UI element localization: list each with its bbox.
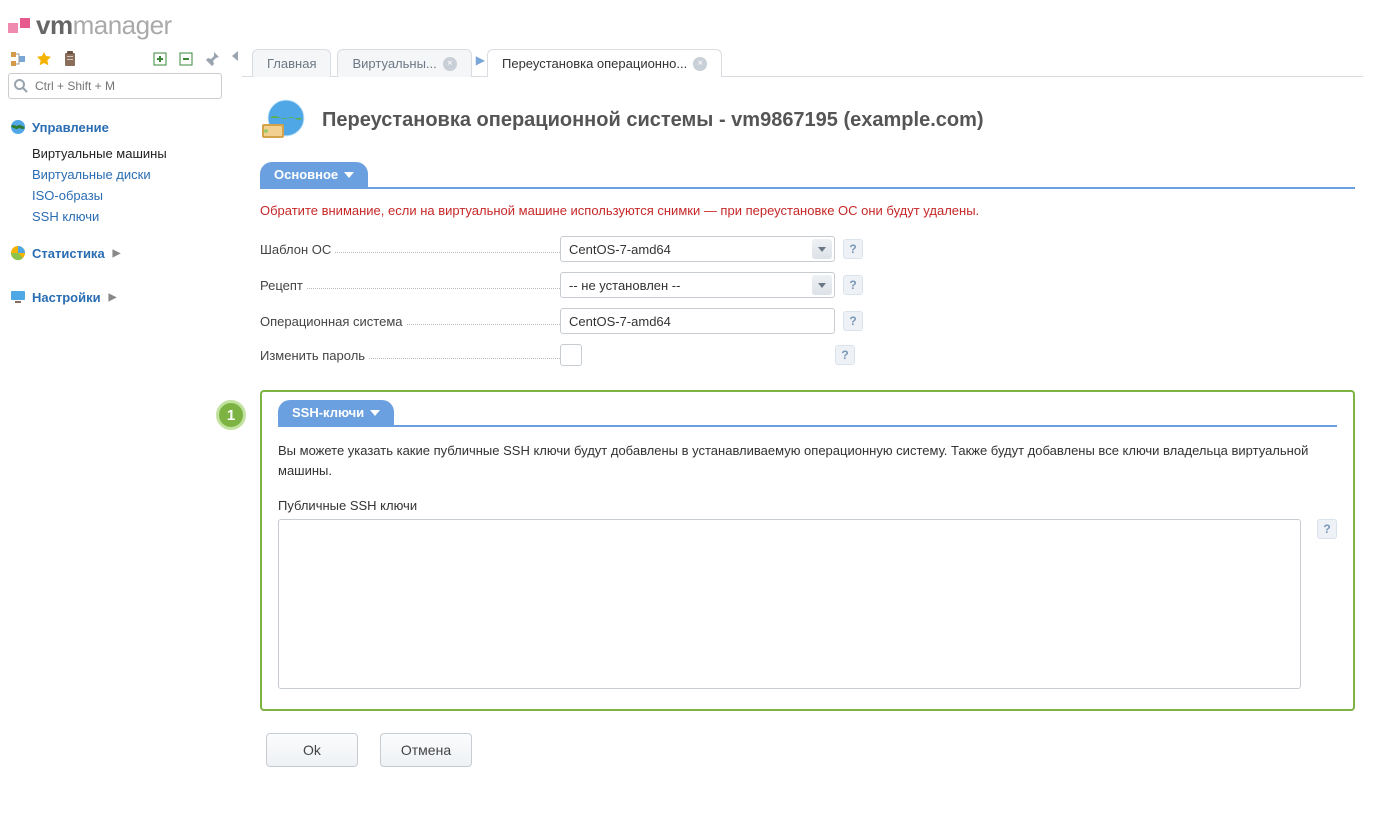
quick-search bbox=[8, 73, 222, 99]
recipe-label: Рецепт bbox=[260, 278, 307, 293]
chevron-right-icon: ▶ bbox=[109, 292, 117, 303]
search-icon bbox=[13, 78, 29, 94]
tree-icon[interactable] bbox=[10, 51, 26, 67]
os-template-select[interactable] bbox=[560, 236, 835, 262]
ssh-field-label: Публичные SSH ключи bbox=[278, 498, 1337, 513]
page-globe-icon bbox=[260, 96, 308, 144]
nav-section-settings[interactable]: Настройки ▶ bbox=[8, 283, 222, 311]
dropdown-toggle[interactable] bbox=[812, 275, 832, 295]
nav-section-management[interactable]: Управление bbox=[8, 113, 222, 141]
page-title: Переустановка операционной системы - vm9… bbox=[322, 109, 984, 132]
os-template-label: Шаблон ОС bbox=[260, 242, 335, 257]
tab-bar: Главная Виртуальны... × ▶ Переустановка … bbox=[242, 48, 1363, 77]
tab-home[interactable]: Главная bbox=[252, 49, 331, 77]
nav-item-vms[interactable]: Виртуальные машины bbox=[32, 143, 222, 164]
tab-label: Виртуальны... bbox=[352, 56, 436, 71]
nav-item-ssh[interactable]: SSH ключи bbox=[32, 206, 222, 227]
logo-strong: vm bbox=[36, 10, 73, 41]
nav-section-label: Настройки bbox=[32, 290, 101, 305]
recipe-select[interactable] bbox=[560, 272, 835, 298]
snapshot-warning: Обратите внимание, если на виртуальной м… bbox=[260, 203, 1355, 218]
sidebar-collapse-handle[interactable] bbox=[228, 47, 242, 829]
monitor-icon bbox=[10, 289, 26, 305]
cancel-button[interactable]: Отмена bbox=[380, 733, 472, 767]
section-chip-label: Основное bbox=[274, 167, 338, 182]
tab-label: Переустановка операционно... bbox=[502, 56, 687, 71]
tab-vms[interactable]: Виртуальны... × bbox=[337, 49, 471, 77]
chevron-right-icon: ▶ bbox=[113, 248, 121, 259]
nav-section-statistics[interactable]: Статистика ▶ bbox=[8, 239, 222, 267]
logo-mark-icon bbox=[8, 18, 32, 33]
change-password-label: Изменить пароль bbox=[260, 348, 369, 363]
search-input[interactable] bbox=[8, 73, 222, 99]
help-icon[interactable]: ? bbox=[835, 345, 855, 365]
tab-label: Главная bbox=[267, 56, 316, 71]
os-label: Операционная система bbox=[260, 314, 407, 329]
globe-small-icon bbox=[10, 119, 26, 135]
ok-button[interactable]: Ok bbox=[266, 733, 358, 767]
ssh-description: Вы можете указать какие публичные SSH кл… bbox=[278, 441, 1337, 480]
change-password-checkbox[interactable] bbox=[560, 344, 582, 366]
help-icon[interactable]: ? bbox=[1317, 519, 1337, 539]
logo-light: manager bbox=[73, 10, 172, 41]
ssh-keys-section: SSH-ключи Вы можете указать какие публич… bbox=[260, 390, 1355, 711]
section-chip-main[interactable]: Основное bbox=[260, 162, 368, 187]
section-chip-ssh[interactable]: SSH-ключи bbox=[278, 400, 394, 425]
nav-section-label: Статистика bbox=[32, 246, 105, 261]
clipboard-icon[interactable] bbox=[62, 51, 78, 67]
pie-icon bbox=[10, 245, 26, 261]
chevron-down-icon bbox=[344, 172, 354, 178]
nav-item-vdisks[interactable]: Виртуальные диски bbox=[32, 164, 222, 185]
help-icon[interactable]: ? bbox=[843, 275, 863, 295]
tab-reinstall[interactable]: Переустановка операционно... × bbox=[487, 49, 722, 77]
help-icon[interactable]: ? bbox=[843, 311, 863, 331]
help-icon[interactable]: ? bbox=[843, 239, 863, 259]
nav-section-label: Управление bbox=[32, 120, 109, 135]
chevron-down-icon bbox=[370, 410, 380, 416]
close-icon[interactable]: × bbox=[693, 57, 707, 71]
star-icon[interactable] bbox=[36, 51, 52, 67]
ssh-keys-textarea[interactable] bbox=[278, 519, 1301, 689]
pin-icon[interactable] bbox=[204, 51, 220, 67]
close-icon[interactable]: × bbox=[443, 57, 457, 71]
dropdown-toggle[interactable] bbox=[812, 239, 832, 259]
breadcrumb-arrow-icon: ▶ bbox=[476, 53, 485, 71]
section-chip-label: SSH-ключи bbox=[292, 405, 364, 420]
expand-all-icon[interactable] bbox=[152, 51, 168, 67]
collapse-all-icon[interactable] bbox=[178, 51, 194, 67]
nav-item-iso[interactable]: ISO-образы bbox=[32, 185, 222, 206]
sidebar: Управление Виртуальные машины Виртуальны… bbox=[0, 47, 228, 829]
app-logo: vmmanager bbox=[8, 10, 1369, 41]
os-input[interactable] bbox=[560, 308, 835, 334]
annotation-badge-1: 1 bbox=[216, 400, 246, 430]
